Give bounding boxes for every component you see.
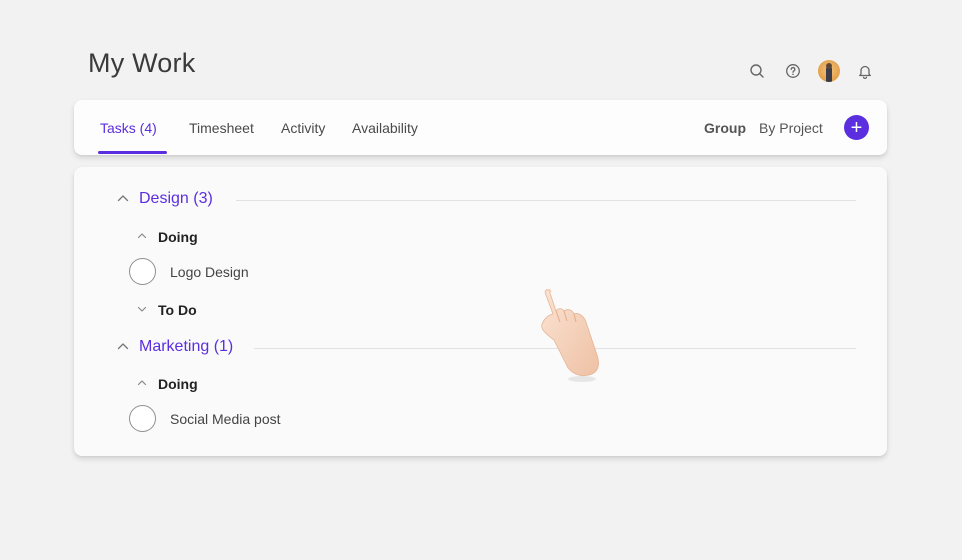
tab-timesheet[interactable]: Timesheet [189, 120, 254, 136]
task-name[interactable]: Logo Design [170, 264, 249, 280]
pointer-hand-icon [541, 288, 600, 382]
status-title-doing[interactable]: Doing [158, 376, 198, 392]
task-complete-checkbox[interactable] [129, 258, 156, 285]
chevron-up-icon[interactable] [137, 379, 147, 386]
active-tab-indicator [98, 151, 167, 154]
chevron-down-icon[interactable] [137, 306, 147, 313]
chevron-up-icon[interactable] [137, 232, 147, 239]
group-title-marketing[interactable]: Marketing (1) [139, 338, 233, 356]
search-icon[interactable] [744, 58, 770, 84]
bell-icon[interactable] [852, 58, 878, 84]
group-title-design[interactable]: Design (3) [139, 190, 213, 208]
status-title-doing[interactable]: Doing [158, 229, 198, 245]
chevron-up-icon[interactable] [117, 194, 129, 202]
avatar-image [818, 60, 840, 82]
task-complete-checkbox[interactable] [129, 405, 156, 432]
plus-icon: + [850, 116, 863, 139]
group-by-selector[interactable]: By Project [759, 120, 823, 136]
help-icon[interactable] [780, 58, 806, 84]
tab-tasks[interactable]: Tasks (4) [100, 120, 157, 136]
tab-availability[interactable]: Availability [352, 120, 418, 136]
group-divider [236, 200, 856, 201]
add-task-button[interactable]: + [844, 115, 869, 140]
chevron-up-icon[interactable] [117, 342, 129, 350]
task-list: Design (3) Doing Logo Design To Do Marke… [74, 167, 887, 456]
task-name[interactable]: Social Media post [170, 411, 281, 427]
tabs-bar: Tasks (4) Timesheet Activity Availabilit… [74, 100, 887, 155]
group-label: Group [704, 120, 746, 136]
status-title-todo[interactable]: To Do [158, 302, 197, 318]
page-title: My Work [88, 48, 196, 78]
header-icons [744, 58, 888, 84]
avatar[interactable] [816, 58, 842, 84]
tab-activity[interactable]: Activity [281, 120, 325, 136]
